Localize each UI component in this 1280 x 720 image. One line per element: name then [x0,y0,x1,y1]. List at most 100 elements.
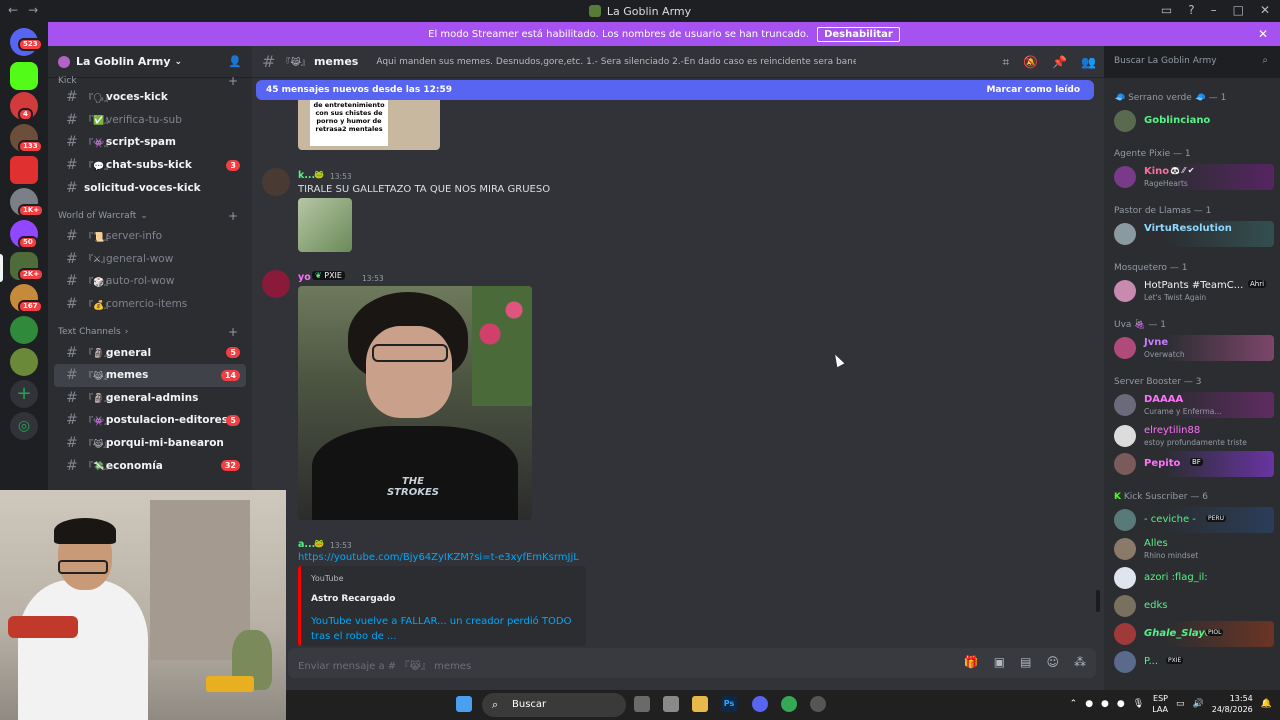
add-server-icon[interactable]: + [10,380,38,408]
search-input[interactable]: Buscar La Goblin Army ⌕ [1108,52,1274,72]
channel-topic[interactable]: Aqui manden sus memes. Desnudos,gore,etc… [376,57,856,67]
channel-porqui-mi-banearon[interactable]: # 『😹』 porqui-mi-banearon [54,432,246,455]
member-item[interactable]: VirtuResolution [1114,221,1274,247]
attachment-image[interactable] [298,198,352,252]
add-channel-icon[interactable]: + [228,209,238,223]
language-indicator[interactable]: ESP LAA [1152,693,1168,715]
gift-icon[interactable]: 🎁 [964,655,979,669]
tray-app-icon[interactable]: ● [1085,699,1093,709]
channel-server-info[interactable]: # 『📜』 server-info [54,225,246,248]
member-item[interactable]: HotPants #TeamC... Ahri Let's Twist Again [1114,278,1274,304]
embed-author[interactable]: Astro Recargado [311,594,576,604]
member-item[interactable]: elreytilin88 estoy profundamente triste [1114,423,1274,449]
message-author[interactable]: a... [298,539,315,550]
channel-solicitud-voces-kick[interactable]: # solicitud-voces-kick [54,176,246,199]
network-icon[interactable]: ▭ [1176,699,1185,709]
start-windows-icon[interactable] [456,696,472,712]
member-item[interactable]: Pepito BF [1114,451,1274,477]
message-author[interactable]: yo [298,272,311,283]
pin-icon[interactable]: 📌 [1052,55,1067,70]
channel-postulacion-editores[interactable]: # 『👾』 postulacion-editores 5 [54,409,246,432]
channel-economia[interactable]: # 『💸』 economía 32 [54,454,246,477]
volume-icon[interactable]: 🔊 [1193,699,1204,709]
member-item[interactable]: Goblinciano [1114,108,1274,134]
chevron-up-icon[interactable]: ⌃ [1070,699,1078,709]
server-icon[interactable] [10,348,38,376]
app-icon[interactable] [810,696,826,712]
discord-icon[interactable] [752,696,768,712]
chrome-icon[interactable] [781,696,797,712]
member-item[interactable]: azori :flag_il: [1114,565,1274,591]
member-list-icon[interactable]: 👥 [1081,55,1096,70]
server-icon[interactable] [10,156,38,184]
invite-user-icon[interactable]: 👤 [228,55,242,68]
member-item[interactable]: edks [1114,593,1274,619]
meme-image[interactable]: de entretenimiento con sus chistes de po… [298,100,440,150]
file-explorer-icon[interactable] [692,696,708,712]
close-button[interactable]: ✕ [1260,3,1270,17]
back-arrow-icon[interactable]: ← [8,3,18,17]
sticker-icon[interactable]: ▤ [1020,655,1031,669]
scrollbar-thumb[interactable] [1096,590,1100,612]
photoshop-icon[interactable]: Ps [721,696,737,712]
channel-general-admins[interactable]: # 『🗿』 general-admins [54,387,246,410]
message-link[interactable]: https://youtube.com/Bjy64ZyIKZM?si=t-e3x… [298,552,579,563]
channel-general[interactable]: # 『🗿』 general 5 [54,341,246,364]
message-list[interactable]: 45 mensajes nuevos desde las 12:59 Marca… [252,78,1104,690]
member-item[interactable]: Alles Rhino mindset [1114,536,1274,562]
disable-streamer-button[interactable]: Deshabilitar [817,26,900,42]
avatar[interactable] [262,168,290,196]
mute-bell-icon[interactable]: 🔕 [1023,55,1038,70]
server-icon[interactable] [10,316,38,344]
channel-chat-subs-kick[interactable]: # 『💬』 chat-subs-kick 3 [54,154,246,177]
threads-icon[interactable]: ⌗ [1002,55,1009,70]
notification-bell-icon[interactable]: 🔔 [1261,699,1272,709]
avatar[interactable] [262,270,290,298]
inbox-icon[interactable]: ▭ [1161,3,1172,17]
channel-general-wow[interactable]: # 『⚔』 general-wow [54,248,246,271]
channel-verifica-tu-sub[interactable]: # 『✅』 verifica-tu-sub [54,109,246,132]
message-input[interactable]: Enviar mensaje a # 『😹』 memes 🎁 ▣ ▤ ☺ ⁂ [288,648,1096,678]
server-header[interactable]: La Goblin Army ⌄ 👤 [48,46,252,78]
minimize-button[interactable]: – [1211,3,1217,17]
mark-as-read-button[interactable]: Marcar como leído [986,85,1080,95]
emoji-icon[interactable]: ☺ [1046,655,1059,669]
video-frame-image[interactable]: THE STROKES [298,286,532,520]
gif-icon[interactable]: ▣ [994,655,1005,669]
channel-memes[interactable]: # 『😹』 memes 14 [54,363,246,387]
channel-auto-rol-wow[interactable]: # 『🎲』 auto-rol-wow [54,270,246,293]
new-messages-bar[interactable]: 45 mensajes nuevos desde las 12:59 Marca… [256,80,1094,100]
explore-compass-icon[interactable]: ◎ [10,412,38,440]
category-text-channels[interactable]: Text Channels › + [48,323,252,341]
help-icon[interactable]: ? [1188,3,1194,17]
apps-icon[interactable]: ⁂ [1074,655,1086,669]
message-author[interactable]: k... [298,170,315,181]
member-item[interactable]: Kino 🐼 ⁄⁄ ✔ RageHearts [1114,164,1274,190]
embed-title[interactable]: YouTube vuelve a FALLAR... un creador pe… [311,614,576,644]
add-channel-icon[interactable]: + [228,325,238,339]
microphone-icon[interactable]: 🎙 [1133,699,1144,709]
tray-app-icon[interactable]: ● [1117,699,1125,709]
tray-app-icon[interactable]: ● [1101,699,1109,709]
channel-comercio-items[interactable]: # 『💰』 comercio-items [54,293,246,316]
maximize-button[interactable]: □ [1233,3,1244,17]
task-view-icon[interactable] [634,696,650,712]
member-item[interactable]: Jvne Overwatch [1114,335,1274,361]
member-item[interactable]: - ceviche - PERU [1114,507,1274,533]
category-kick[interactable]: Kick + [48,76,252,86]
category-world-of-warcraft[interactable]: World of Warcraft ⌄ + [48,207,252,225]
member-item[interactable]: Ghale_Slayer PIOL [1114,621,1274,647]
app-icon[interactable] [663,696,679,712]
clock[interactable]: 13:54 24/8/2026 [1212,693,1253,715]
member-item[interactable]: DAAAA Curame y Enferma... [1114,392,1274,418]
add-channel-icon[interactable]: + [228,76,238,86]
channel-voces-kick[interactable]: # 『🗣』 voces-kick [54,86,246,109]
forward-arrow-icon[interactable]: → [28,3,38,17]
server-kick-icon[interactable] [10,62,38,90]
guild-tag[interactable]: ❦ PXIE [312,271,345,280]
channel-script-spam[interactable]: # 『👾』 script-spam [54,131,246,154]
close-icon[interactable]: ✕ [1258,27,1268,41]
taskbar-search[interactable]: ⌕ Buscar [482,693,626,717]
embed-provider[interactable]: YouTube [311,574,576,583]
member-item[interactable]: P... PXIE [1114,649,1274,675]
